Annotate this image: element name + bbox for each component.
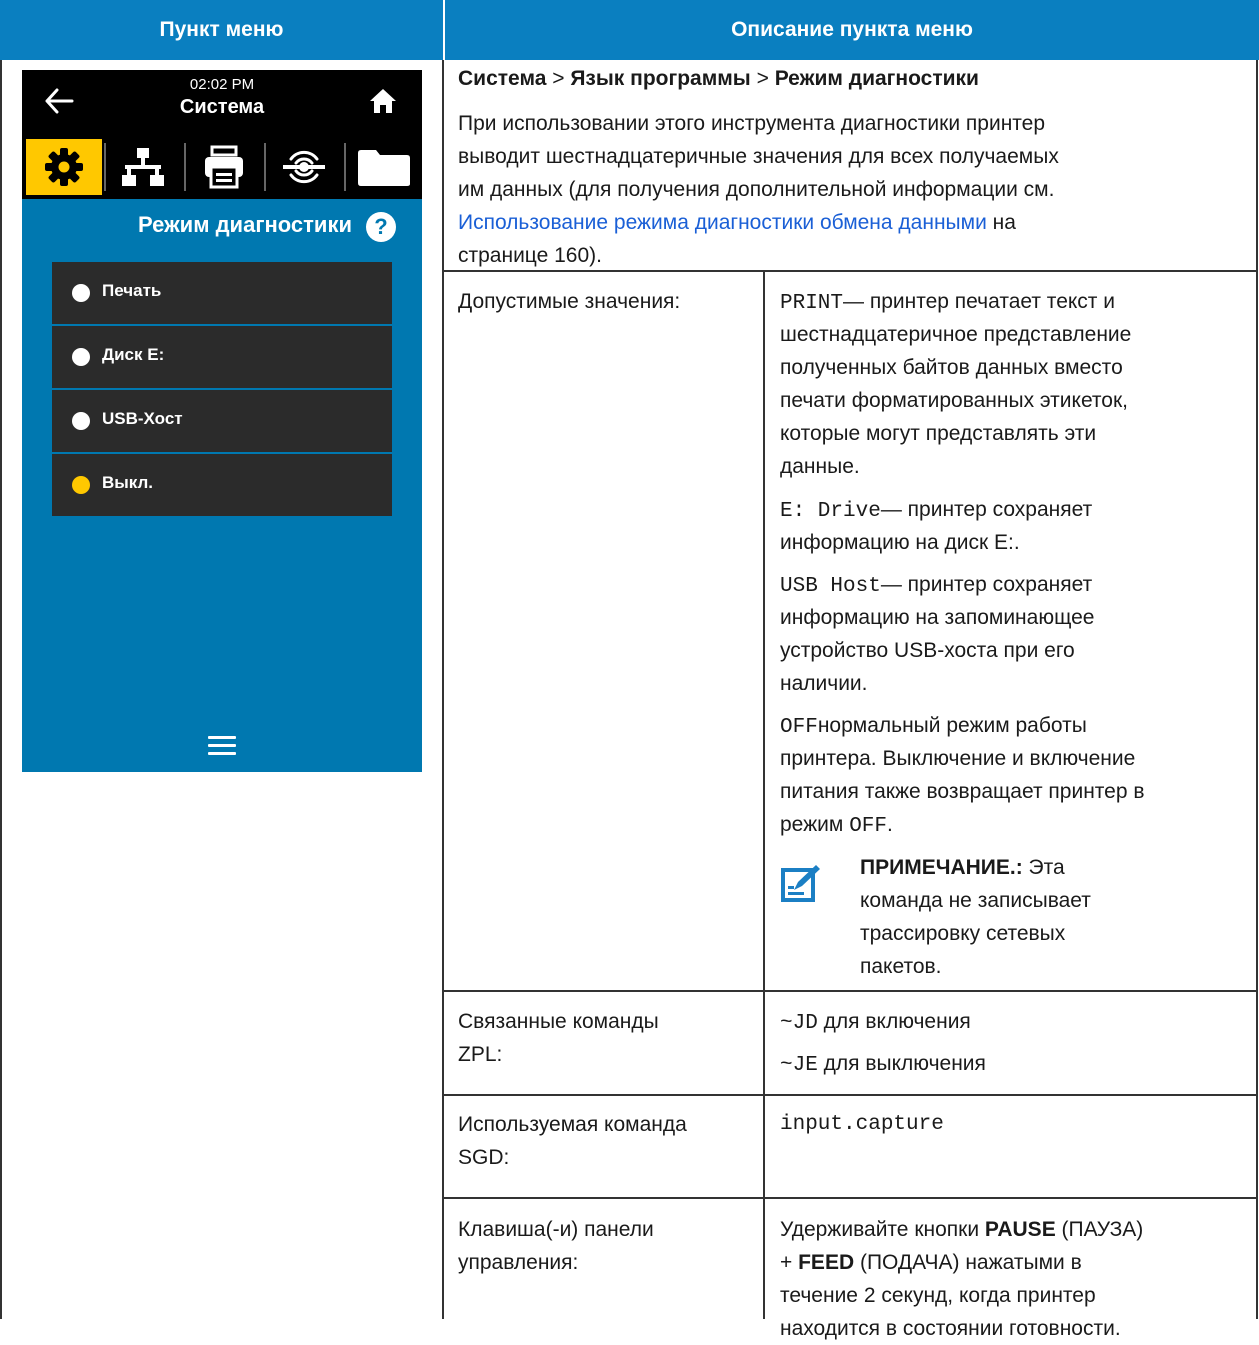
- document-page: Пункт меню Описание пункта меню 02:02 PM…: [0, 0, 1259, 1340]
- menu-icon[interactable]: [208, 736, 236, 760]
- row-label-keys: управления:: [458, 1251, 579, 1274]
- radio-selected-icon: [72, 476, 90, 494]
- radio-icon: [72, 412, 90, 430]
- tab-system[interactable]: [26, 139, 102, 195]
- intro-line: При использовании этого инструмента диаг…: [458, 112, 1046, 135]
- tab-print[interactable]: [186, 139, 262, 195]
- gear-icon: [45, 148, 83, 186]
- value-print-line: шестнадцатеричное представление: [780, 323, 1132, 346]
- code-off: OFF: [780, 716, 818, 739]
- printer-icon: [205, 145, 243, 189]
- tab-connection[interactable]: [106, 139, 182, 195]
- mode-title: Режим диагностики: [138, 212, 352, 237]
- option-off[interactable]: Выкл.: [52, 454, 392, 516]
- cross-reference-link[interactable]: Использование режима диагностики обмена …: [458, 211, 987, 234]
- table-border-left: [0, 60, 2, 1319]
- option-e-drive[interactable]: Диск E:: [52, 326, 392, 388]
- code-print: PRINT: [780, 292, 844, 315]
- value-usb-line: наличии.: [780, 672, 868, 695]
- value-off-line: OFFнормальный режим работы: [780, 714, 1087, 739]
- row-divider: [443, 1197, 1258, 1199]
- display-time: 02:02 PM: [189, 76, 255, 93]
- folder-icon: [358, 150, 410, 186]
- intro-line: странице 160).: [458, 244, 602, 267]
- note-line: трассировку сетевых: [860, 922, 1066, 945]
- row-label-keys: Клавиша(-и) панели: [458, 1218, 654, 1241]
- row-divider: [443, 990, 1258, 992]
- keys-line: течение 2 секунд, когда принтер: [780, 1284, 1096, 1307]
- intro-line: выводит шестнадцатеричные значения для в…: [458, 145, 1059, 168]
- key-feed: FEED: [798, 1251, 855, 1274]
- code-usb-host: USB Host: [780, 575, 881, 598]
- display-title: Система: [179, 96, 265, 118]
- path-system: Система: [458, 67, 547, 90]
- value-print-line: полученных байтов данных вместо: [780, 356, 1123, 379]
- sgd-command: input.capture: [780, 1113, 944, 1136]
- help-icon[interactable]: ?: [366, 212, 396, 242]
- radio-icon: [72, 284, 90, 302]
- note-line: команда не записывает: [860, 889, 1091, 912]
- value-usb-line: устройство USB-хоста при его: [780, 639, 1075, 662]
- intro-line: им данных (для получения дополнительной …: [458, 178, 1055, 201]
- option-label: Печать: [102, 281, 162, 300]
- option-label: USB-Хост: [102, 409, 183, 428]
- row-label-sgd: SGD:: [458, 1146, 510, 1169]
- tab-storage[interactable]: [346, 139, 422, 195]
- zpl-command-enable: ~JD для включения: [780, 1010, 971, 1035]
- home-icon[interactable]: [368, 87, 398, 115]
- zpl-command-disable: ~JE для выключения: [780, 1052, 986, 1077]
- note-line: пакетов.: [860, 955, 942, 978]
- value-print-line: печати форматированных этикеток,: [780, 389, 1129, 412]
- keys-line: + FEED (ПОДАЧА) нажатыми в: [780, 1251, 1082, 1274]
- column-header-menu-item: Пункт меню: [0, 0, 443, 60]
- menu-path: Система > Язык программы > Режим диагнос…: [458, 67, 979, 90]
- value-usb-line: информацию на запоминающее: [780, 606, 1095, 629]
- path-language: Язык программы: [570, 67, 751, 90]
- option-label: Диск E:: [102, 345, 165, 364]
- key-pause: PAUSE: [984, 1218, 1056, 1241]
- category-tabs: [22, 135, 422, 199]
- radio-icon: [72, 348, 90, 366]
- code-edrive: E: Drive: [780, 500, 881, 523]
- option-label: Выкл.: [102, 473, 154, 492]
- note-icon: [781, 865, 820, 902]
- value-off-line: режим OFF.: [780, 813, 893, 838]
- tab-rfid[interactable]: [266, 139, 342, 195]
- value-usb-line: USB Host— принтер сохраняет: [780, 573, 1093, 598]
- value-off-line: принтера. Выключение и включение: [780, 747, 1136, 770]
- subtable-divider: [763, 271, 765, 1319]
- intro-line-link: Использование режима диагностики обмена …: [458, 211, 1016, 234]
- value-edrive-line: E: Drive— принтер сохраняет: [780, 498, 1093, 523]
- display-status-bar: 02:02 PM Система: [22, 70, 422, 135]
- keys-line: находится в состоянии готовности.: [780, 1317, 1121, 1340]
- table-border-right: [1256, 60, 1258, 1319]
- value-off-line: питания также возвращает принтер в: [780, 780, 1145, 803]
- option-print[interactable]: Печать: [52, 262, 392, 324]
- note-line: ПРИМЕЧАНИЕ.: Эта: [860, 856, 1065, 879]
- value-print-line: PRINT— принтер печатает текст и: [780, 290, 1115, 315]
- option-usb-host[interactable]: USB-Хост: [52, 390, 392, 452]
- column-header-description: Описание пункта меню: [445, 0, 1259, 60]
- row-label-sgd: Используемая команда: [458, 1113, 687, 1136]
- note-label: ПРИМЕЧАНИЕ.:: [860, 856, 1023, 879]
- network-icon: [122, 148, 164, 186]
- table-divider-main: [442, 60, 444, 1319]
- rfid-icon: [283, 150, 325, 184]
- keys-line: Удерживайте кнопки PAUSE (ПАУЗА): [780, 1218, 1144, 1241]
- value-edrive-line: информацию на диск E:.: [780, 531, 1020, 554]
- row-label-zpl: Связанные команды: [458, 1010, 659, 1033]
- row-label-accepted-values: Допустимые значения:: [458, 290, 681, 313]
- path-diagnostics: Режим диагностики: [774, 67, 979, 90]
- value-print-line: данные.: [780, 455, 860, 478]
- value-print-line: которые могут представлять эти: [780, 422, 1097, 445]
- row-divider: [443, 1094, 1258, 1096]
- row-label-zpl: ZPL:: [458, 1043, 503, 1066]
- printer-display-screenshot: 02:02 PM Система Режим диагностики ? Печ…: [22, 70, 422, 772]
